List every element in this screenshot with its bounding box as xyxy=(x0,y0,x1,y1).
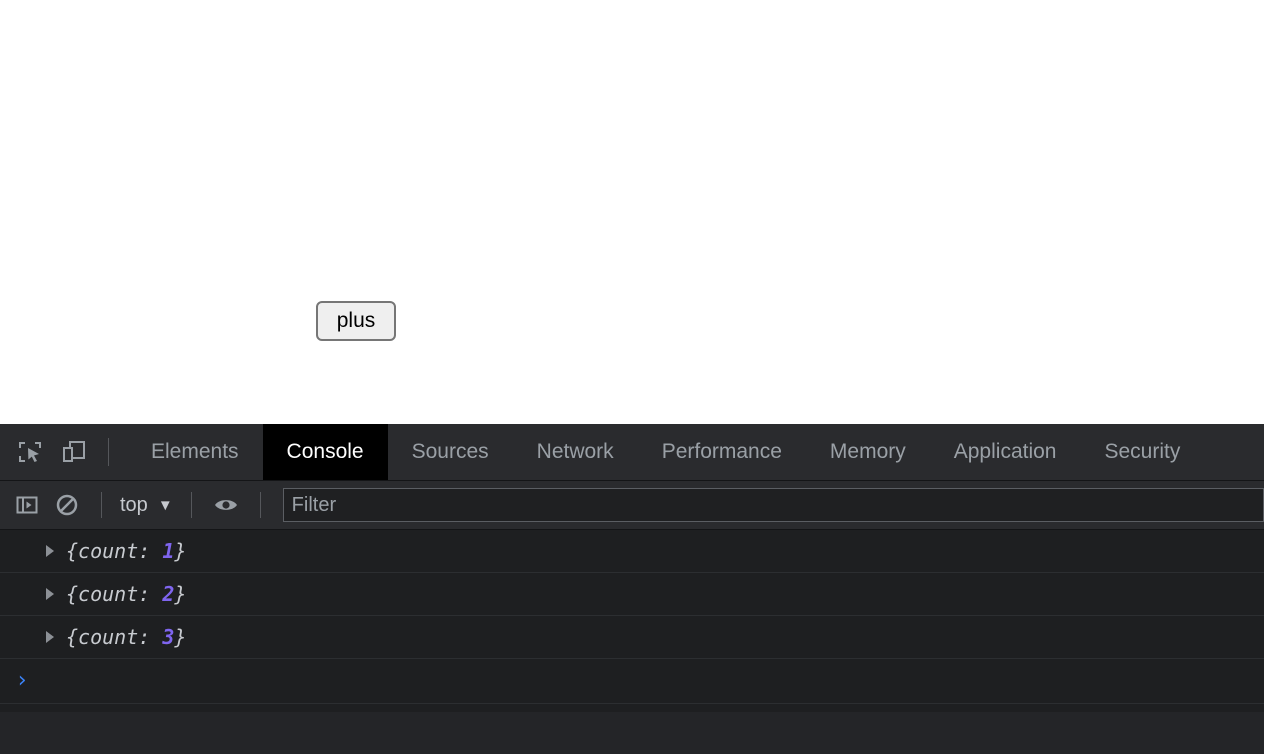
tab-label: Security xyxy=(1104,440,1181,463)
plus-button[interactable]: plus xyxy=(316,301,396,341)
console-message-text: {count: 2} xyxy=(66,582,186,606)
execution-context-label: top xyxy=(120,493,148,516)
console-prompt-input[interactable] xyxy=(44,668,1264,694)
tab-label: Application xyxy=(953,440,1057,463)
console-message-row[interactable]: {count: 2} xyxy=(0,573,1264,616)
object-value: 2 xyxy=(162,582,175,606)
console-prompt-row[interactable]: › xyxy=(0,659,1264,704)
tab-sources[interactable]: Sources xyxy=(388,424,513,480)
toolbar-divider xyxy=(108,438,109,466)
object-prefix: {count: xyxy=(66,539,163,563)
tab-elements[interactable]: Elements xyxy=(127,424,263,480)
object-value: 3 xyxy=(162,625,175,649)
console-filter-input[interactable] xyxy=(282,488,1264,522)
console-sidebar-icon[interactable] xyxy=(7,481,47,529)
live-expression-eye-icon[interactable] xyxy=(206,481,246,529)
execution-context-dropdown[interactable]: top ▼ xyxy=(116,494,177,517)
tab-label: Sources xyxy=(411,440,489,463)
console-toolbar: top ▼ xyxy=(0,481,1264,530)
inspect-element-icon[interactable] xyxy=(8,424,52,480)
page-viewport: plus xyxy=(0,0,1264,424)
tab-network[interactable]: Network xyxy=(513,424,638,480)
object-prefix: {count: xyxy=(66,582,163,606)
tab-performance[interactable]: Performance xyxy=(638,424,806,480)
tab-console[interactable]: Console xyxy=(262,424,388,480)
prompt-chevron-icon: › xyxy=(15,668,29,693)
console-toolbar-divider xyxy=(259,492,261,518)
console-empty-area xyxy=(0,704,1264,712)
tab-memory[interactable]: Memory xyxy=(806,424,930,480)
tab-label: Memory xyxy=(829,440,906,463)
console-message-text: {count: 3} xyxy=(66,625,186,649)
disclosure-triangle-icon[interactable] xyxy=(46,545,54,557)
console-message-row[interactable]: {count: 3} xyxy=(0,616,1264,659)
console-toolbar-divider xyxy=(190,492,192,518)
object-prefix: {count: xyxy=(66,625,163,649)
devtools-panel: Elements Console Sources Network Perform… xyxy=(0,424,1264,754)
clear-console-icon[interactable] xyxy=(47,481,87,529)
devtools-tabstrip: Elements Console Sources Network Perform… xyxy=(0,424,1264,481)
object-suffix: } xyxy=(174,625,187,649)
object-suffix: } xyxy=(174,539,187,563)
console-message-list: {count: 1} {count: 2} {count: 3} › xyxy=(0,530,1264,712)
tab-application[interactable]: Application xyxy=(930,424,1081,480)
console-message-row[interactable]: {count: 1} xyxy=(0,530,1264,573)
console-toolbar-divider xyxy=(101,492,102,518)
tab-label: Elements xyxy=(151,440,239,463)
chevron-down-icon: ▼ xyxy=(157,496,173,514)
object-suffix: } xyxy=(174,582,187,606)
disclosure-triangle-icon[interactable] xyxy=(46,588,54,600)
disclosure-triangle-icon[interactable] xyxy=(46,631,54,643)
object-value: 1 xyxy=(162,539,175,563)
device-toolbar-icon[interactable] xyxy=(52,424,96,480)
tab-security[interactable]: Security xyxy=(1080,424,1204,480)
tab-label: Console xyxy=(286,440,364,463)
console-message-text: {count: 1} xyxy=(66,539,186,563)
tab-label: Performance xyxy=(661,440,782,463)
tab-label: Network xyxy=(536,440,614,463)
